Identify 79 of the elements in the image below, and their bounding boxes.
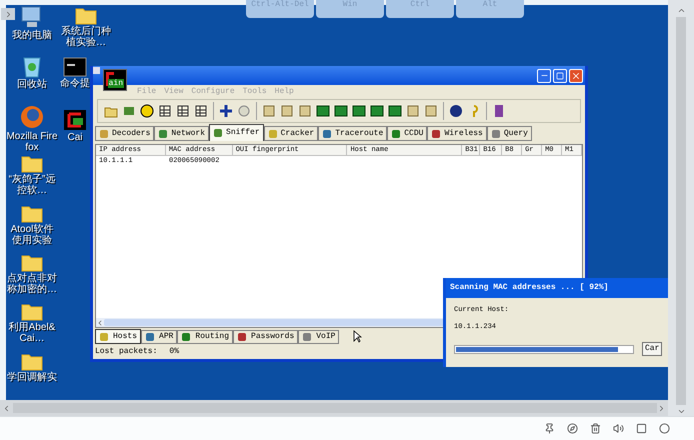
tab[interactable]: CCDU	[387, 126, 428, 141]
scroll-left-icon	[2, 404, 11, 412]
panel-icon[interactable]	[334, 104, 348, 118]
tab-icon	[322, 128, 332, 138]
minimize-button[interactable]	[537, 68, 551, 82]
desktop-icon-label[interactable]: “灰鸽子”远控软…	[6, 174, 58, 196]
tab[interactable]: Sniffer	[209, 124, 264, 141]
panel-icon[interactable]	[388, 104, 402, 118]
panel-icon[interactable]	[370, 104, 384, 118]
tab-icon	[158, 128, 168, 138]
panel-icon[interactable]	[352, 104, 366, 118]
tile-icon[interactable]	[424, 104, 438, 118]
dialog-title-bar: Scanning MAC addresses ... [ 92%]	[446, 278, 668, 298]
desktop-icon-label[interactable]: Mozilla Firefox	[6, 130, 58, 153]
pin-icon[interactable]	[544, 423, 555, 434]
close-icon	[571, 70, 581, 80]
tab-icon	[391, 128, 402, 138]
vertical-scrollbar[interactable]	[668, 0, 694, 416]
tab-icon	[431, 128, 442, 138]
grid-icon[interactable]	[158, 104, 172, 118]
tab-icon	[99, 128, 109, 138]
desktop-icon-label[interactable]: 点对点非对称加密的…	[6, 272, 58, 295]
logo-text: ain	[108, 79, 124, 88]
desktop-icon-label[interactable]: Cai	[67, 132, 82, 143]
tab-icon	[237, 332, 248, 342]
speaker-icon[interactable]	[613, 423, 624, 434]
plus-icon[interactable]	[219, 104, 233, 118]
scroll-right-icon	[657, 404, 666, 412]
cain-icon	[63, 109, 87, 131]
tab-icon	[99, 332, 109, 342]
desktop-icon-label[interactable]: 系统后门种植实验…	[60, 26, 112, 48]
horizontal-scrollbar[interactable]	[0, 400, 668, 416]
tab[interactable]: Hosts	[95, 329, 142, 344]
scroll-up-icon	[676, 6, 686, 15]
grid-icon[interactable]	[194, 104, 208, 118]
tab[interactable]: Routing	[177, 330, 234, 344]
circle-icon[interactable]	[659, 423, 670, 434]
mouse-cursor-icon	[353, 330, 362, 343]
tab[interactable]: APR	[141, 330, 178, 344]
tab-icon	[302, 332, 312, 342]
tab-icon	[181, 332, 192, 342]
status-value: 0%	[169, 346, 180, 358]
tab-icon	[145, 332, 156, 342]
desktop-icon-label[interactable]: 我的电脑	[12, 30, 52, 41]
desktop-icon-label[interactable]: 利用Abel&Cai…	[6, 322, 58, 344]
trash-icon[interactable]	[590, 423, 601, 434]
tile-icon[interactable]	[280, 104, 294, 118]
tile-icon[interactable]	[406, 104, 420, 118]
tab-icon	[213, 128, 224, 138]
tab[interactable]: Decoders	[95, 126, 154, 141]
maximize-icon	[556, 72, 564, 80]
desktop-icon-label[interactable]: 回收站	[17, 79, 47, 90]
tab[interactable]: Cracker	[264, 126, 318, 141]
desktop-icon-label[interactable]: 命令提	[60, 78, 90, 89]
side-panel-toggle[interactable]	[1, 8, 15, 20]
panel-icon[interactable]	[316, 104, 330, 118]
close-button[interactable]	[569, 68, 583, 82]
desktop-icon-label[interactable]: Atool软件使用实验	[6, 224, 58, 246]
desktop-icon-label[interactable]: 学回调解实	[7, 372, 57, 383]
grid-icon[interactable]	[176, 104, 190, 118]
tab-icon	[490, 128, 501, 138]
maximize-button[interactable]	[553, 68, 567, 82]
window-icon[interactable]	[636, 423, 647, 434]
tab[interactable]: Passwords	[233, 330, 298, 344]
compass-icon[interactable]	[567, 423, 578, 434]
cancel-button[interactable]: Car	[642, 342, 662, 356]
tile-icon[interactable]	[262, 104, 276, 118]
tab[interactable]: Traceroute	[318, 126, 388, 141]
scroll-down-icon	[676, 407, 686, 416]
console-icon	[63, 57, 87, 77]
tab-icon	[268, 128, 278, 138]
tab[interactable]: Query	[486, 126, 532, 141]
tab[interactable]: VoIP	[298, 330, 340, 344]
tab[interactable]: Network	[154, 126, 210, 141]
scroll-left-icon	[96, 318, 104, 326]
tab[interactable]: Wireless	[427, 126, 487, 141]
status-label: Lost packets:	[95, 346, 158, 358]
globe-icon	[19, 104, 45, 130]
tile-icon[interactable]	[298, 104, 312, 118]
